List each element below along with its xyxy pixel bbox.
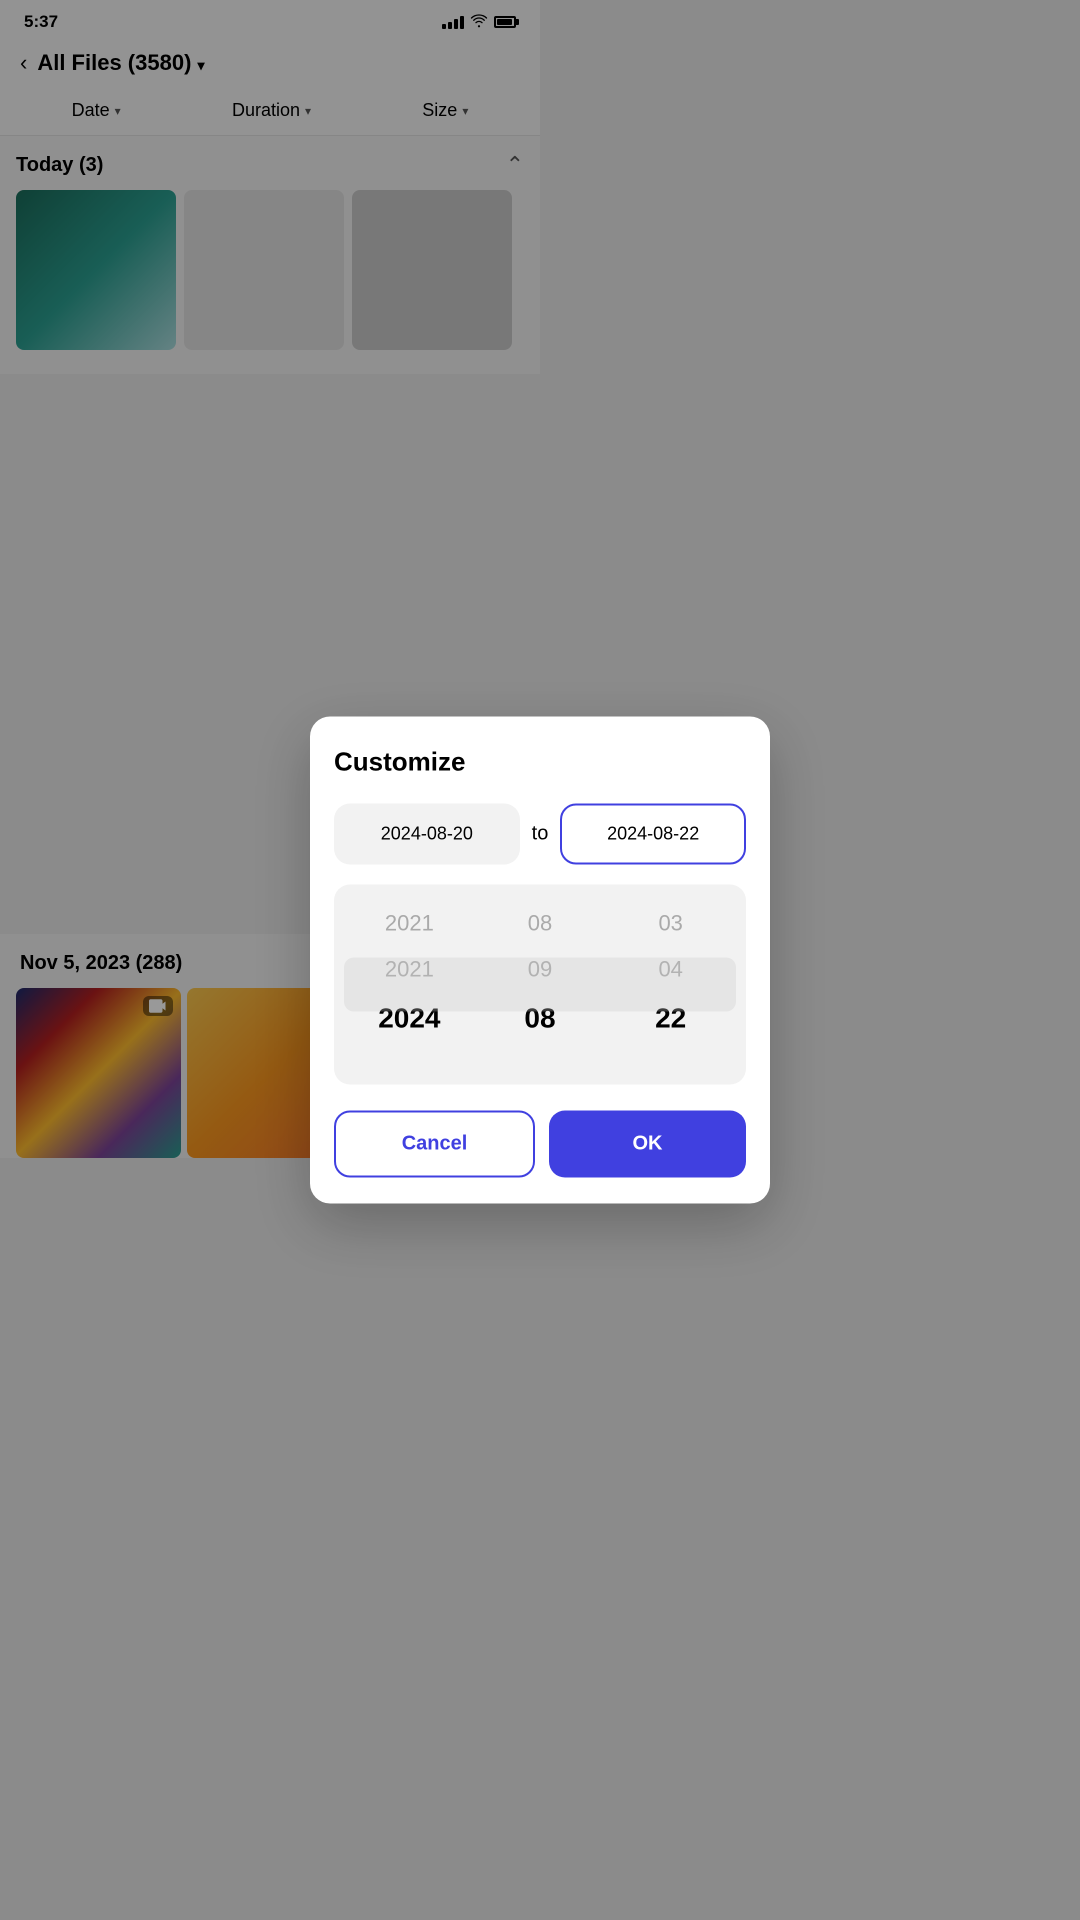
month-item-selected[interactable]: 08: [475, 993, 606, 1045]
month-column: 08 09 08: [475, 901, 606, 1069]
year-item-selected[interactable]: 2024: [344, 993, 475, 1045]
date-separator: to: [532, 823, 549, 846]
end-date-input[interactable]: 2024-08-22: [560, 804, 746, 865]
day-column: 03 04 22: [605, 901, 736, 1069]
month-item[interactable]: 08: [475, 901, 606, 947]
month-item[interactable]: 09: [475, 947, 606, 993]
year-item[interactable]: 2021: [344, 901, 475, 947]
year-item[interactable]: 2021: [344, 947, 475, 993]
customize-dialog: Customize 2024-08-20 to 2024-08-22 2021 …: [310, 717, 770, 1204]
cancel-button[interactable]: Cancel: [334, 1111, 535, 1178]
year-column: 2021 2021 2024: [344, 901, 475, 1069]
ok-button[interactable]: OK: [549, 1111, 746, 1178]
dialog-buttons: Cancel OK: [334, 1111, 746, 1178]
dialog-title: Customize: [334, 747, 746, 778]
start-date-input[interactable]: 2024-08-20: [334, 804, 520, 865]
day-item[interactable]: 03: [605, 901, 736, 947]
date-range-row: 2024-08-20 to 2024-08-22: [334, 804, 746, 865]
date-picker[interactable]: 2021 2021 2024 08 09 08 03 04 22: [334, 885, 746, 1085]
day-item[interactable]: 04: [605, 947, 736, 993]
day-item-selected[interactable]: 22: [605, 993, 736, 1045]
